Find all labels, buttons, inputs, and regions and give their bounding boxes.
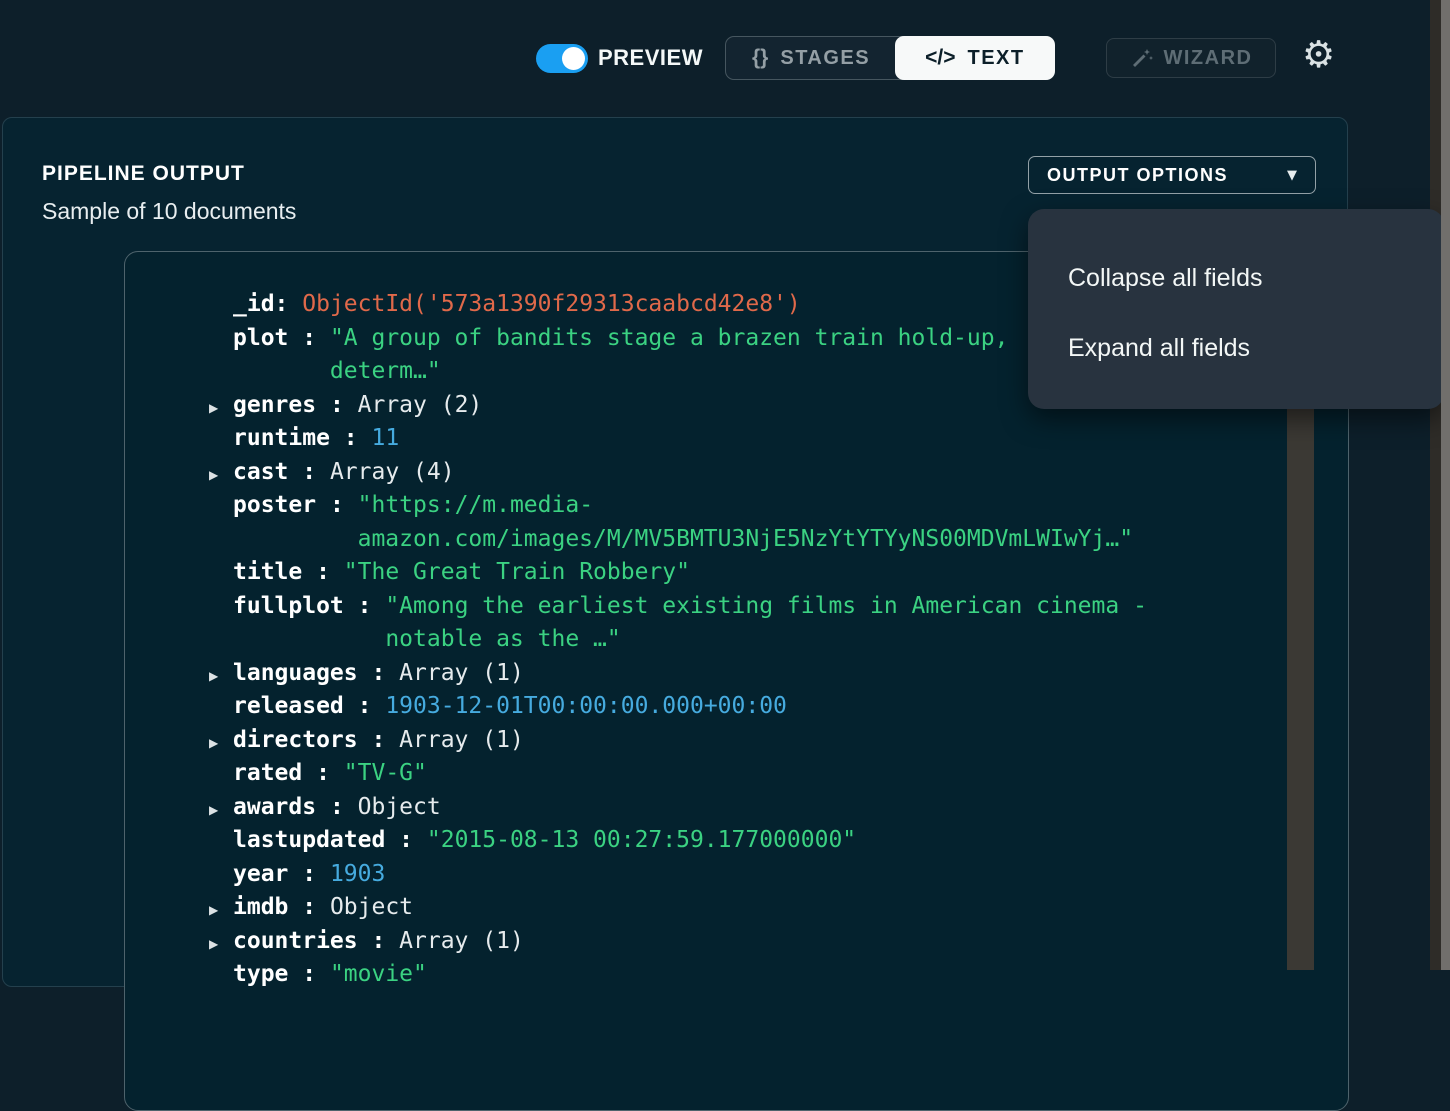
toggle-knob [562, 47, 585, 70]
expand-arrow-icon[interactable]: ▶ [209, 894, 233, 928]
text-label: TEXT [968, 47, 1025, 70]
wizard-button[interactable]: WIZARD [1106, 38, 1276, 78]
window-edge-dark-strip [1430, 0, 1441, 970]
field-row: year : 1903 [209, 858, 1348, 892]
field-row: ▶languages : Array (1) [209, 657, 1348, 691]
field-row: rated : "TV-G" [209, 757, 1348, 791]
magic-wand-icon [1130, 46, 1154, 70]
expand-arrow-icon[interactable]: ▶ [209, 660, 233, 694]
tab-text[interactable]: </> TEXT [895, 36, 1055, 80]
menu-item-expand-all-fields[interactable]: Expand all fields [1028, 313, 1444, 383]
field-row: released : 1903-12-01T00:00:00.000+00:00 [209, 690, 1348, 724]
output-options-menu: Collapse all fields Expand all fields [1028, 209, 1444, 409]
field-row: ▶countries : Array (1) [209, 925, 1348, 959]
output-options-label: OUTPUT OPTIONS [1047, 165, 1228, 186]
settings-gear-icon[interactable]: ⚙ [1302, 36, 1335, 73]
field-row: ▶awards : Object [209, 791, 1348, 825]
field-row: title : "The Great Train Robbery" [209, 556, 1348, 590]
preview-label: PREVIEW [598, 45, 703, 71]
field-row: poster : "https://m.media- [209, 489, 1348, 523]
tab-stages[interactable]: {} STAGES [726, 37, 896, 79]
window-edge-gray-strip [1441, 0, 1450, 970]
objectid-value: ObjectId('573a1390f29313caabcd42e8') [302, 291, 801, 317]
expand-arrow-icon[interactable]: ▶ [209, 459, 233, 493]
wizard-label: WIZARD [1164, 47, 1253, 70]
expand-arrow-icon[interactable]: ▶ [209, 928, 233, 962]
wrapped-value-line: notable as the …" [209, 623, 1348, 657]
field-row: fullplot : "Among the earliest existing … [209, 590, 1348, 624]
menu-item-collapse-all-fields[interactable]: Collapse all fields [1028, 243, 1444, 313]
preview-toggle[interactable] [536, 44, 588, 73]
field-row: ▶cast : Array (4) [209, 456, 1348, 490]
wrapped-value-line: amazon.com/images/M/MV5BMTU3NjE5NzYtYTYy… [209, 523, 1348, 557]
output-options-button[interactable]: OUTPUT OPTIONS ▼ [1028, 156, 1316, 194]
expand-arrow-icon[interactable]: ▶ [209, 727, 233, 761]
expand-arrow-icon[interactable]: ▶ [209, 392, 233, 426]
curly-braces-icon: {} [752, 46, 768, 70]
sample-count-subtitle: Sample of 10 documents [42, 198, 296, 225]
field-row: ▶imdb : Object [209, 891, 1348, 925]
field-row: ▶directors : Array (1) [209, 724, 1348, 758]
scrollbar-thumb[interactable] [1287, 395, 1314, 970]
field-row: runtime : 11 [209, 422, 1348, 456]
chevron-down-icon: ▼ [1287, 168, 1297, 183]
code-icon: </> [925, 46, 955, 70]
field-row: lastupdated : "2015-08-13 00:27:59.17700… [209, 824, 1348, 858]
stages-label: STAGES [780, 47, 870, 70]
expand-arrow-icon[interactable]: ▶ [209, 794, 233, 828]
pipeline-output-title: PIPELINE OUTPUT [42, 162, 245, 186]
field-row: type : "movie" [209, 958, 1348, 992]
view-mode-segmented-control: {} STAGES </> TEXT [725, 36, 1055, 80]
